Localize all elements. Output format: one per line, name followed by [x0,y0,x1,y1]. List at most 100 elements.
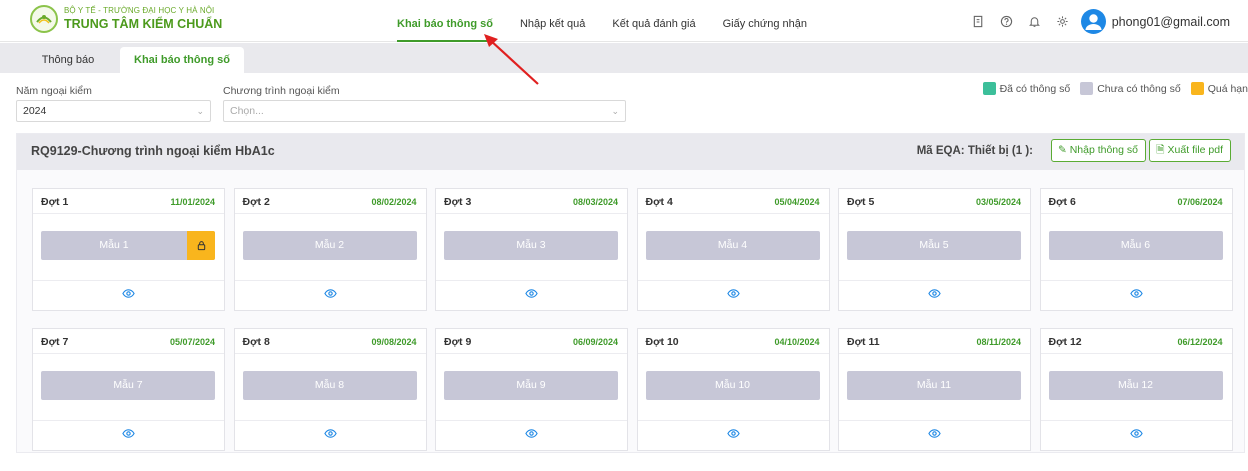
round-name: Đợt 10 [645,336,679,348]
round-card: Đợt 10 04/10/2024 Mẫu 10 [636,328,830,451]
round-name: Đợt 9 [444,336,472,348]
sample-button[interactable]: Mẫu 11 [847,371,1021,400]
round-card-body: Mẫu 10 [638,354,829,420]
round-card-footer [33,420,224,450]
sample-label: Mẫu 12 [1117,379,1154,391]
nav-nhap-ket-qua[interactable]: Nhập kết quả [520,0,585,42]
sample-button[interactable]: Mẫu 4 [645,231,820,260]
round-date: 04/10/2024 [774,337,820,347]
edit-icon: ✎ [1057,144,1067,156]
sample-button[interactable]: Mẫu 3 [444,231,618,260]
eye-icon[interactable] [928,287,941,305]
round-card: Đợt 2 08/02/2024 Mẫu 2 [233,188,427,311]
round-card-body: Mẫu 4 [638,214,829,280]
legend-swatch-overdue [1190,82,1204,95]
year-select[interactable]: 2024 ⌄ [16,100,211,122]
round-card-footer [1040,280,1232,310]
round-date: 07/06/2024 [1177,197,1223,207]
round-name: Đợt 4 [645,196,673,208]
top-bar: BỘ Y TẾ - TRƯỜNG ĐẠI HỌC Y HÀ NỘI TRUNG … [0,0,1248,42]
nav-khai-bao-thong-so[interactable]: Khai báo thông số [397,0,493,42]
round-card: Đợt 3 08/03/2024 Mẫu 3 [435,188,628,311]
org-top-text: BỘ Y TẾ - TRƯỜNG ĐẠI HỌC Y HÀ NỘI [64,6,215,16]
legend: Đã có thông số Chưa có thông số Quá hạn [973,82,1248,95]
lock-icon[interactable] [187,231,215,260]
eye-icon[interactable] [1129,427,1143,445]
sample-button[interactable]: Mẫu 6 [1048,231,1223,260]
sample-label: Mẫu 9 [516,379,546,391]
round-card-body: Mẫu 12 [1041,354,1232,420]
round-card-header: Đợt 12 06/12/2024 [1040,329,1232,354]
sample-button[interactable]: Mẫu 8 [242,371,417,400]
sample-label: Mẫu 8 [314,379,345,391]
round-name: Đợt 7 [41,336,69,348]
user-email[interactable]: phong01@gmail.com [1112,15,1230,29]
round-card-body: Mẫu 6 [1041,214,1232,280]
round-card-header: Đợt 9 06/09/2024 [436,329,627,354]
eye-icon[interactable] [122,427,135,445]
eye-icon[interactable] [122,287,135,305]
settings-icon[interactable] [1055,14,1071,30]
header-tools: phong01@gmail.com [959,9,1230,34]
round-card-header: Đợt 2 08/02/2024 [234,189,426,214]
round-card-body: Mẫu 9 [436,354,627,420]
eye-icon[interactable] [726,427,740,445]
enter-params-label: Nhập thông số [1069,144,1138,156]
sample-button[interactable]: Mẫu 1 [41,231,215,260]
round-card-body: Mẫu 7 [33,354,224,420]
eye-icon[interactable] [928,427,941,445]
filter-bar: Năm ngoại kiểm 2024 ⌄ Chương trình ngoại… [0,78,1248,128]
round-date: 11/01/2024 [170,197,215,207]
sample-button[interactable]: Mẫu 7 [41,371,215,400]
round-card: Đợt 11 08/11/2024 Mẫu 11 [838,328,1031,451]
legend-label-pending: Chưa có thông số [1097,82,1181,95]
legend-swatch-pending [1080,82,1094,95]
round-card-header: Đợt 8 09/08/2024 [234,329,426,354]
enter-params-button[interactable]: ✎ Nhập thông số [1050,139,1146,162]
round-card-footer [436,420,627,450]
round-date: 08/02/2024 [371,197,417,207]
eye-icon[interactable] [726,287,740,305]
nav-giay-chung-nhan[interactable]: Giấy chứng nhận [723,0,807,42]
logo[interactable]: BỘ Y TẾ - TRƯỜNG ĐẠI HỌC Y HÀ NỘI TRUNG … [30,5,222,33]
sample-label: Mẫu 10 [714,379,751,391]
main-nav: Khai báo thông số Nhập kết quả Kết quả đ… [397,0,834,42]
sample-button[interactable]: Mẫu 10 [645,371,820,400]
org-main-text: TRUNG TÂM KIỂM CHUẨN [64,17,223,32]
tab-khai-bao-thong-so[interactable]: Khai báo thông số [120,47,244,73]
eye-icon[interactable] [525,287,538,305]
round-card-header: Đợt 5 03/05/2024 [839,189,1030,214]
nav-ket-qua-danh-gia[interactable]: Kết quả đánh giá [612,0,695,42]
round-card-footer [234,280,426,310]
sample-label: Mẫu 1 [99,239,129,251]
round-card-header: Đợt 3 08/03/2024 [436,189,627,214]
sample-button[interactable]: Mẫu 9 [444,371,618,400]
program-panel: RQ9129-Chương trình ngoại kiểm HbA1c Mã … [16,133,1245,453]
bell-icon[interactable] [1027,14,1043,30]
tab-thong-bao[interactable]: Thông báo [18,47,118,73]
legend-label-overdue: Quá hạn [1207,82,1248,95]
eye-icon[interactable] [323,287,337,305]
round-card-footer [637,280,829,310]
round-card-footer [839,420,1030,450]
round-card-body: Mẫu 5 [839,214,1030,280]
document-icon[interactable] [971,14,987,30]
round-card-header: Đợt 4 05/04/2024 [637,189,829,214]
sample-button[interactable]: Mẫu 12 [1048,371,1223,400]
program-select[interactable]: Chọn... ⌄ [223,100,626,122]
round-name: Đợt 1 [41,196,69,208]
eye-icon[interactable] [525,427,538,445]
year-value: 2024 [23,105,47,117]
program-label: Chương trình ngoại kiểm [223,85,340,97]
help-icon[interactable] [999,14,1015,30]
legend-label-filled: Đã có thông số [999,82,1071,95]
eye-icon[interactable] [323,427,337,445]
user-avatar-icon[interactable] [1080,9,1106,34]
round-name: Đợt 3 [444,196,472,208]
sample-button[interactable]: Mẫu 2 [242,231,417,260]
round-date: 03/05/2024 [975,197,1021,207]
sample-button[interactable]: Mẫu 5 [847,231,1021,260]
eye-icon[interactable] [1129,287,1143,305]
round-card-body: Mẫu 1 [33,214,224,280]
export-pdf-button[interactable]: 🗎 Xuất file pdf [1149,139,1231,162]
